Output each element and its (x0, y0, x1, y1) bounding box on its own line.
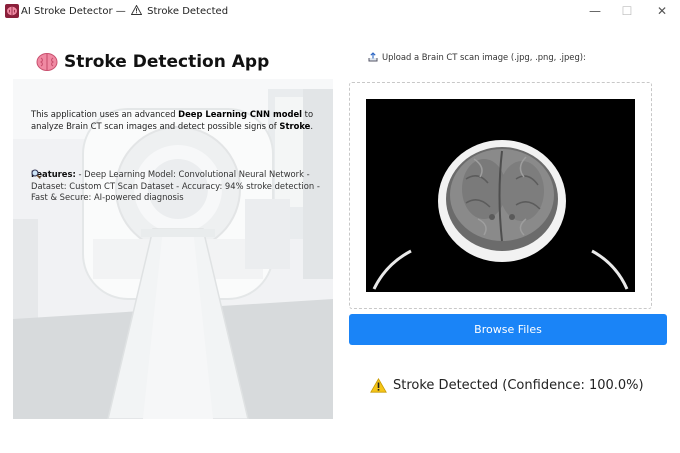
minimize-icon: — (589, 4, 601, 18)
title-bar: AI Stroke Detector — Stroke Detected — ☐… (0, 0, 680, 24)
warning-icon (370, 378, 387, 393)
window-title: AI Stroke Detector — Stroke Detected (21, 5, 228, 17)
result-text: Stroke Detected (Confidence: 100.0%) (393, 378, 644, 393)
features-list: Features: - Deep Learning Model: Convolu… (31, 169, 331, 204)
title-warning-icon (130, 5, 142, 15)
uploaded-ct-scan-image (366, 99, 635, 292)
app-description: This application uses an advanced Deep L… (31, 109, 331, 132)
window-status: Stroke Detected (147, 6, 229, 17)
upload-label-text: Upload a Brain CT scan image (.jpg, .png… (382, 52, 586, 62)
close-button[interactable]: ✕ (650, 2, 674, 20)
desc-bold-stroke: Stroke (279, 120, 311, 131)
window-title-separator: — (115, 6, 126, 17)
browse-files-button[interactable]: Browse Files (349, 314, 667, 345)
app-brain-icon (5, 4, 19, 18)
desc-bold-model: Deep Learning CNN model (178, 109, 303, 119)
maximize-button[interactable]: ☐ (615, 2, 639, 20)
app-title-text: Stroke Detection App (64, 52, 270, 72)
window-app-name: AI Stroke Detector (21, 6, 113, 17)
page-title: Stroke Detection App (36, 52, 269, 72)
desc-text-end: . (310, 120, 314, 131)
ct-scan-image (366, 99, 635, 292)
app-window: AI Stroke Detector — Stroke Detected — ☐… (0, 0, 680, 453)
close-icon: ✕ (656, 4, 668, 18)
magnifier-icon (31, 169, 41, 179)
ct-scanner-background-image: This application uses an advanced Deep L… (13, 79, 333, 419)
desc-text-before: This application uses an advanced (31, 109, 179, 119)
brain-icon (36, 53, 58, 71)
maximize-icon: ☐ (621, 4, 633, 18)
minimize-button[interactable]: — (583, 2, 607, 20)
upload-tray-icon (368, 52, 378, 62)
prediction-result: Stroke Detected (Confidence: 100.0%) (370, 378, 644, 393)
upload-label: Upload a Brain CT scan image (.jpg, .png… (368, 52, 586, 62)
